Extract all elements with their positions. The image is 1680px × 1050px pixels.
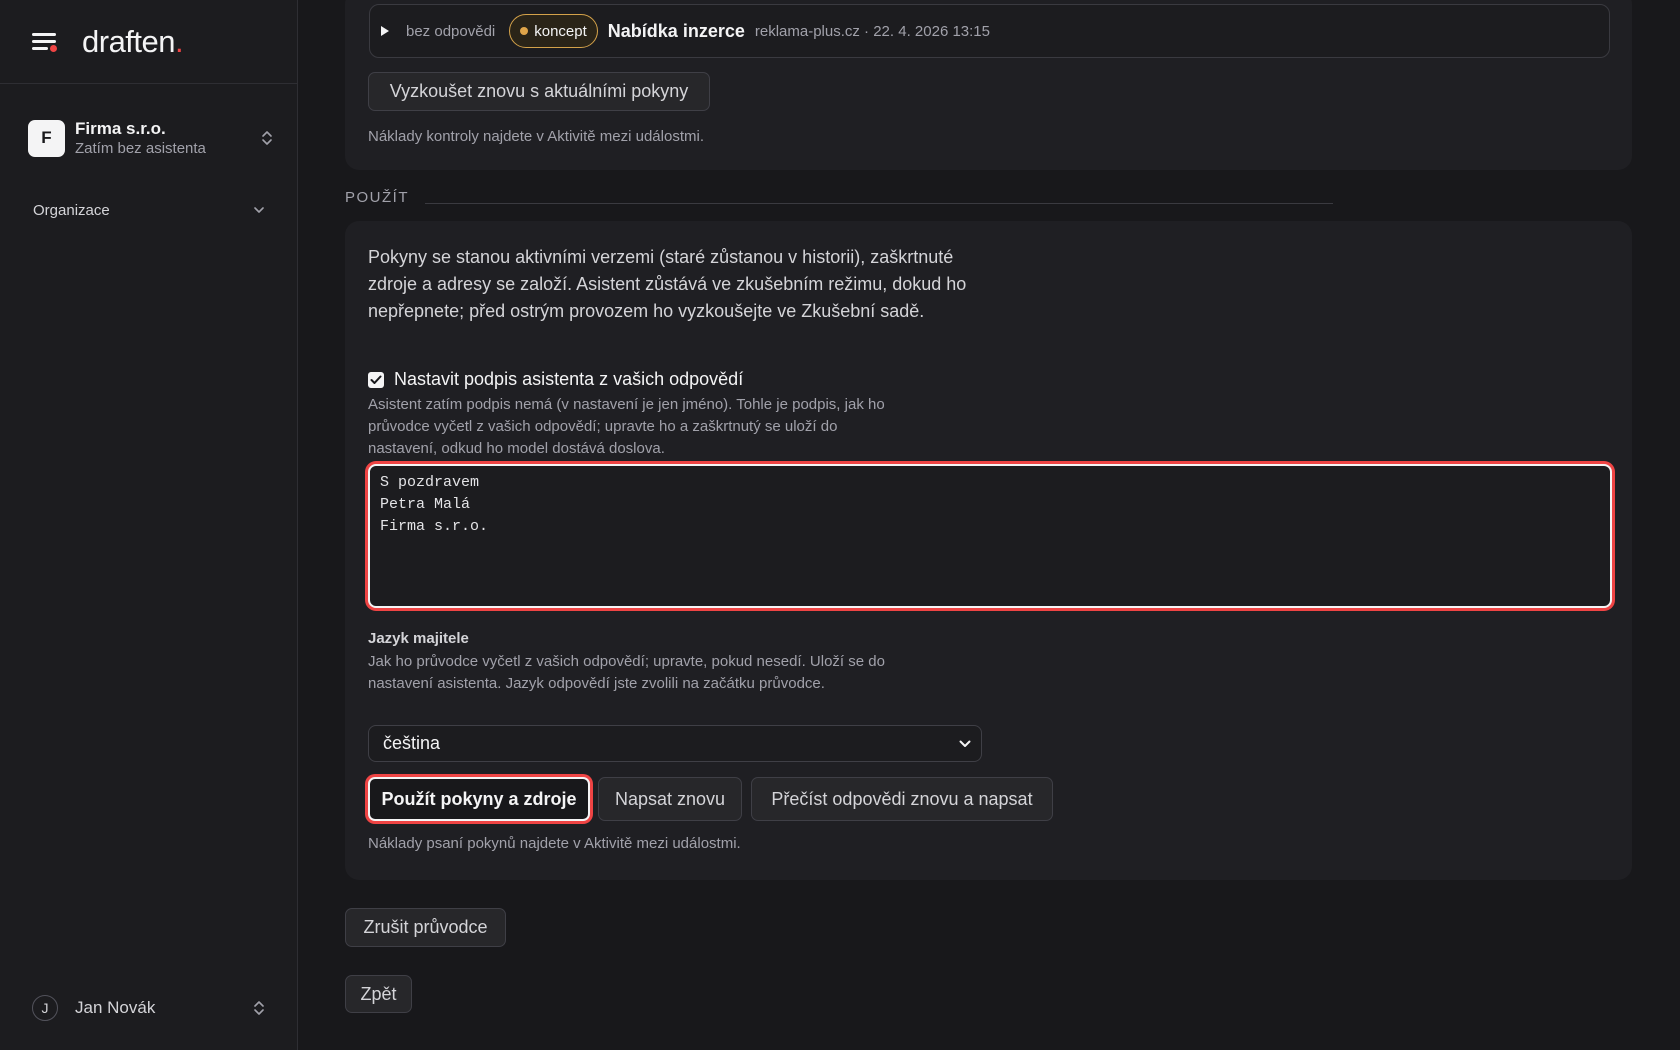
chevron-up-down-icon (254, 1001, 264, 1015)
back-button[interactable]: Zpět (345, 975, 412, 1013)
section-title: POUŽÍT (345, 189, 409, 206)
row-status: bez odpovědi (406, 22, 496, 40)
brand-logo-dot: . (175, 23, 184, 59)
chevron-down-icon (254, 207, 264, 213)
row-meta: reklama-plus.cz · 22. 4. 2026 13:15 (754, 22, 990, 40)
status-badge: koncept (509, 14, 598, 48)
signature-checkbox[interactable] (368, 371, 384, 388)
language-select[interactable]: čeština (368, 725, 982, 762)
signature-textarea[interactable]: S pozdravem Petra Malá Firma s.r.o. (368, 464, 1612, 608)
reread-button[interactable]: Přečíst odpovědi znovu a napsat (751, 777, 1053, 821)
chevron-down-icon (959, 740, 971, 747)
retry-button[interactable]: Vyzkoušet znovu s aktuálními pokyny (368, 72, 710, 111)
org-switcher[interactable]: F Firma s.r.o. Zatím bez asistenta (28, 116, 274, 160)
org-subtitle: Zatím bez asistenta (75, 139, 206, 157)
sidebar-item-organizace[interactable]: Organizace (33, 198, 265, 222)
status-badge-label: koncept (534, 22, 587, 40)
org-avatar: F (28, 119, 65, 157)
brand-header: draften. (0, 0, 297, 84)
apply-description: Pokyny se stanou aktivními verzemi (star… (368, 247, 967, 321)
badge-dot-icon (520, 27, 529, 35)
signature-help: Asistent zatím podpis nemá (v nastavení … (368, 396, 885, 457)
sidebar-item-label: Organizace (33, 201, 110, 219)
avatar: J (32, 995, 58, 1021)
language-select-value: čeština (383, 733, 441, 753)
brand-logo: draften. (82, 23, 184, 60)
apply-cost-note: Náklady psaní pokynů najdete v Aktivitě … (368, 835, 741, 852)
section-divider (425, 203, 1333, 204)
language-label: Jazyk majitele (368, 630, 469, 647)
review-cost-note: Náklady kontroly najdete v Aktivitě mezi… (368, 128, 704, 145)
cancel-wizard-button[interactable]: Zrušit průvodce (345, 908, 506, 947)
org-name: Firma s.r.o. (75, 118, 166, 138)
apply-button[interactable]: Použít pokyny a zdroje (368, 777, 590, 821)
rewrite-button[interactable]: Napsat znovu (598, 777, 742, 821)
row-title: Nabídka inzerce (607, 20, 745, 41)
checkmark-icon (370, 375, 382, 384)
signature-checkbox-row[interactable]: Nastavit podpis asistenta z vašich odpov… (368, 369, 743, 390)
play-icon (381, 26, 389, 36)
language-help: Jak ho průvodce vyčetl z vašich odpovědí… (368, 653, 885, 692)
user-menu[interactable]: J Jan Novák (32, 994, 266, 1022)
menu-icon[interactable] (32, 31, 60, 53)
sidebar: draften. F Firma s.r.o. Zatím bez asiste… (0, 0, 298, 1050)
signature-checkbox-label: Nastavit podpis asistenta z vašich odpov… (394, 369, 744, 389)
user-name: Jan Novák (75, 998, 156, 1017)
review-row[interactable]: bez odpovědi koncept Nabídka inzerce rek… (369, 4, 1610, 58)
brand-logo-text: draften (82, 23, 176, 59)
chevron-up-down-icon (262, 131, 272, 145)
app-root: draften. F Firma s.r.o. Zatím bez asiste… (0, 0, 1680, 1050)
